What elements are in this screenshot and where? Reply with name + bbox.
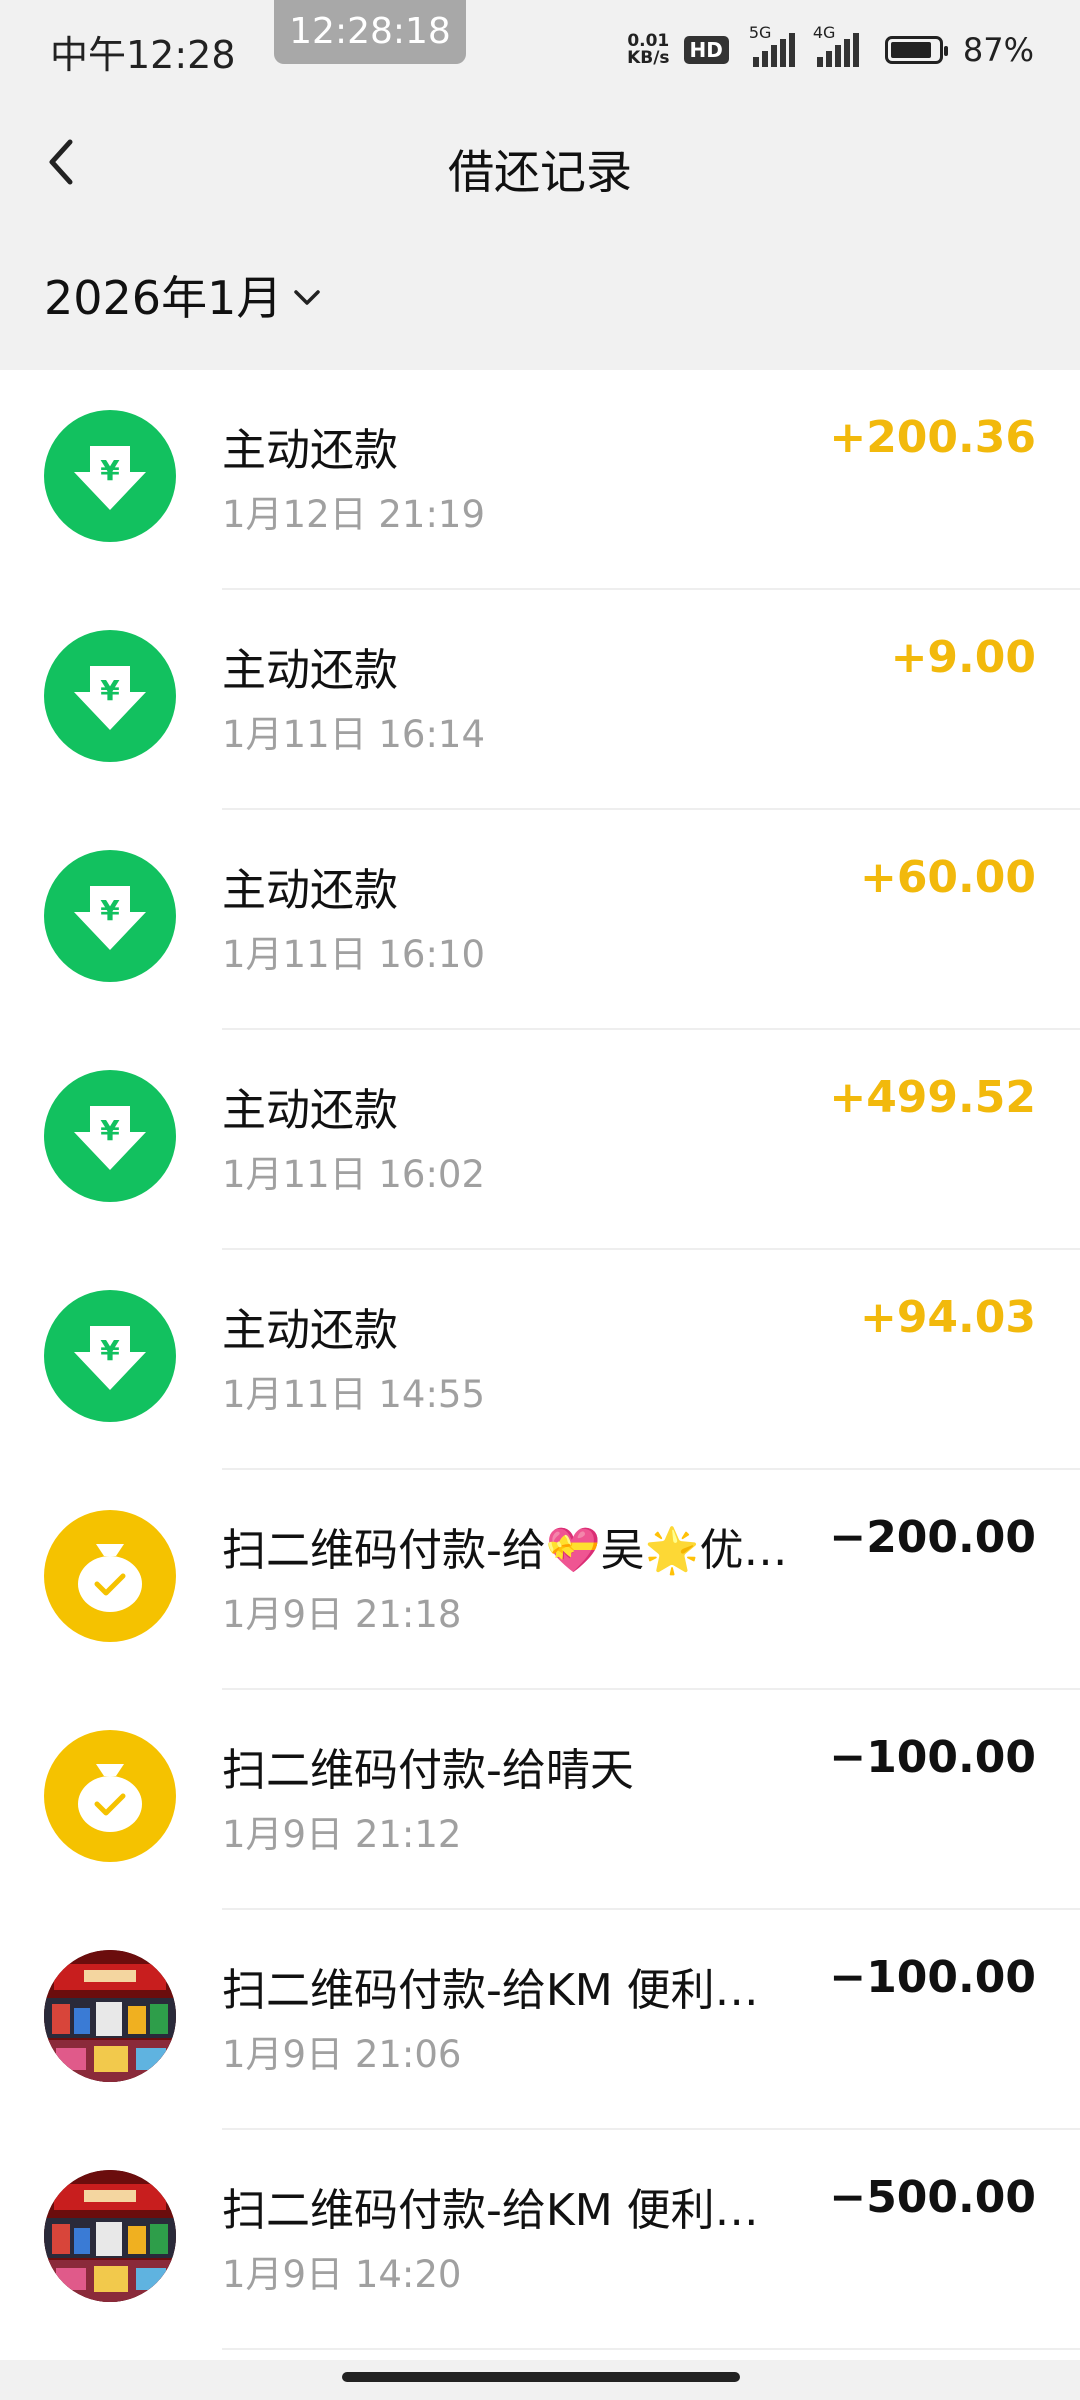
- chevron-down-icon: [294, 290, 321, 305]
- signal-4g-icon: 4G: [813, 23, 859, 67]
- svg-text:¥: ¥: [100, 894, 120, 927]
- record-amount: −200.00: [829, 1512, 1036, 1563]
- list-item[interactable]: 扫二维码付款-给晴天 1月9日 21:12 −100.00: [0, 1690, 1080, 1910]
- record-amount: +200.36: [829, 412, 1036, 463]
- record-amount: +60.00: [859, 852, 1036, 903]
- list-item[interactable]: ¥ 主动还款 1月11日 16:14 +9.00: [0, 590, 1080, 810]
- repay-arrow-icon: ¥: [44, 630, 176, 762]
- svg-text:¥: ¥: [100, 1334, 120, 1367]
- record-title: 主动还款: [222, 645, 398, 696]
- svg-text:¥: ¥: [100, 454, 120, 487]
- record-time: 1月9日 21:06: [222, 2033, 462, 2076]
- record-amount: +94.03: [859, 1292, 1036, 1343]
- list-item[interactable]: 扫二维码付款-给💝吴🌟优… 1月9日 21:18 −200.00: [0, 1470, 1080, 1690]
- home-indicator[interactable]: [342, 2372, 740, 2382]
- list-item[interactable]: ¥ 主动还款 1月12日 21:19 +200.36: [0, 370, 1080, 590]
- money-bag-icon: [44, 1730, 176, 1862]
- record-title: 扫二维码付款-给晴天: [222, 1745, 634, 1796]
- record-title: 扫二维码付款-给KM 便利…: [222, 1965, 759, 2016]
- record-amount: +9.00: [890, 632, 1036, 683]
- record-time: 1月9日 21:18: [222, 1593, 462, 1636]
- record-amount: −500.00: [829, 2172, 1036, 2223]
- battery-percent: 87%: [962, 31, 1034, 69]
- month-selector[interactable]: 2026年1月: [44, 262, 322, 328]
- record-time: 1月11日 16:10: [222, 933, 486, 976]
- record-time: 1月11日 16:14: [222, 713, 486, 756]
- status-clock-pill: 12:28:18: [274, 0, 466, 64]
- record-time: 1月9日 14:20: [222, 2253, 462, 2296]
- record-time: 1月11日 14:55: [222, 1373, 486, 1416]
- list-item[interactable]: ¥ 主动还款 1月11日 14:55 +94.03: [0, 1250, 1080, 1470]
- list-item[interactable]: 扫二维码付款-给KM 便利… 1月9日 14:20 −500.00: [0, 2130, 1080, 2350]
- record-list: ¥ 主动还款 1月12日 21:19 +200.36 ¥ 主动还款 1月11日 16:14 +…: [0, 370, 1080, 2360]
- list-item[interactable]: ¥ 主动还款 1月11日 16:10 +60.00: [0, 810, 1080, 1030]
- money-bag-icon: [44, 1510, 176, 1642]
- store-photo: [44, 2170, 176, 2302]
- record-title: 主动还款: [222, 865, 398, 916]
- status-indicators: 0.01 KB/s HD 5G 4G 87%: [627, 23, 1034, 72]
- row-divider: [222, 2348, 1080, 2350]
- page-title: 借还记录: [448, 145, 632, 199]
- status-time: 中午12:28: [50, 33, 236, 77]
- svg-text:¥: ¥: [100, 1114, 120, 1147]
- hd-icon: HD: [683, 36, 729, 64]
- repay-arrow-icon: ¥: [44, 850, 176, 982]
- list-item[interactable]: ¥ 主动还款 1月11日 16:02 +499.52: [0, 1030, 1080, 1250]
- status-bar: 中午12:28 12:28:18 0.01 KB/s HD 5G 4G 87%: [0, 0, 1080, 100]
- repay-arrow-icon: ¥: [44, 1290, 176, 1422]
- record-title: 扫二维码付款-给KM 便利…: [222, 2185, 759, 2236]
- repay-arrow-icon: ¥: [44, 410, 176, 542]
- network-speed: 0.01 KB/s: [627, 31, 670, 68]
- signal-5g-icon: 5G: [749, 23, 795, 67]
- record-amount: −100.00: [829, 1952, 1036, 2003]
- record-title: 主动还款: [222, 1305, 398, 1356]
- store-photo: [44, 1950, 176, 2082]
- list-item[interactable]: 扫二维码付款-给KM 便利… 1月9日 21:06 −100.00: [0, 1910, 1080, 2130]
- record-time: 1月9日 21:12: [222, 1813, 462, 1856]
- month-label: 2026年1月: [44, 271, 283, 325]
- svg-text:¥: ¥: [100, 674, 120, 707]
- record-title: 主动还款: [222, 425, 398, 476]
- repay-arrow-icon: ¥: [44, 1070, 176, 1202]
- record-time: 1月12日 21:19: [222, 493, 486, 536]
- record-title: 扫二维码付款-给💝吴🌟优…: [222, 1525, 788, 1576]
- app-header: 借还记录: [0, 100, 1080, 230]
- battery-icon: [884, 36, 948, 64]
- record-amount: +499.52: [829, 1072, 1036, 1123]
- record-title: 主动还款: [222, 1085, 398, 1136]
- record-amount: −100.00: [829, 1732, 1036, 1783]
- record-time: 1月11日 16:02: [222, 1153, 486, 1196]
